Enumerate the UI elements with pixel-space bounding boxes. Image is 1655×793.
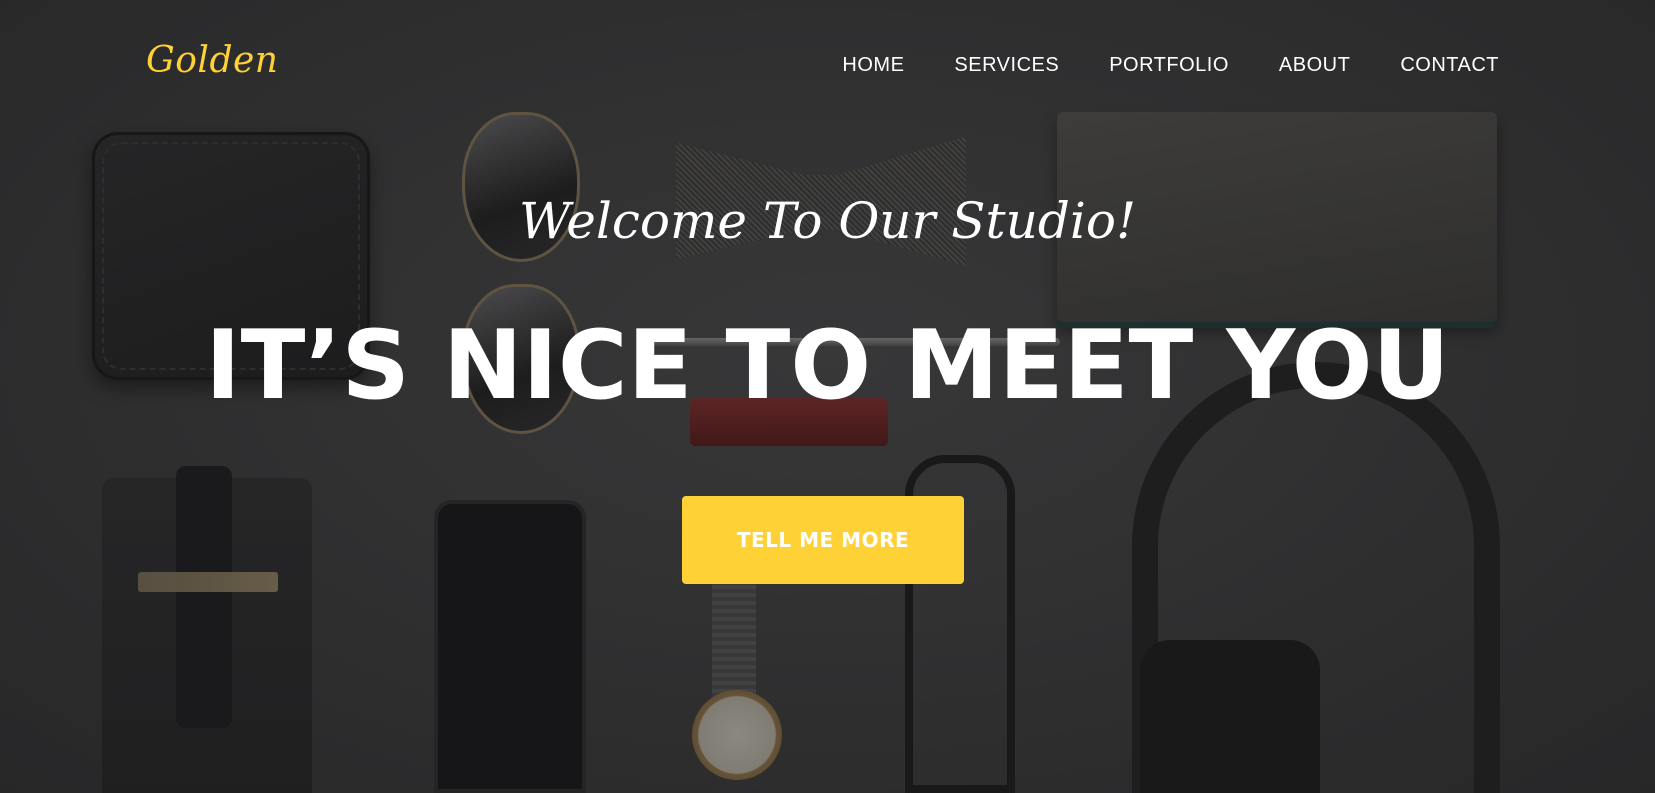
main-nav: HOME SERVICES PORTFOLIO ABOUT CONTACT xyxy=(842,54,1499,77)
hero-lead-in: Welcome To Our Studio! xyxy=(518,192,1137,250)
nav-link-portfolio[interactable]: PORTFOLIO xyxy=(1109,54,1229,76)
hero-heading: IT’S NICE TO MEET YOU xyxy=(205,311,1450,421)
brand-logo[interactable]: Golden xyxy=(146,40,278,81)
nav-link-services[interactable]: SERVICES xyxy=(954,54,1059,76)
hero-section: Golden HOME SERVICES PORTFOLIO ABOUT CON… xyxy=(0,0,1655,793)
nav-link-contact[interactable]: CONTACT xyxy=(1400,54,1499,76)
nav-item-services: SERVICES xyxy=(954,54,1059,77)
tell-me-more-button[interactable]: TELL ME MORE xyxy=(682,496,964,584)
nav-link-about[interactable]: ABOUT xyxy=(1279,54,1350,76)
nav-item-home: HOME xyxy=(842,54,904,77)
nav-item-about: ABOUT xyxy=(1279,54,1350,77)
nav-item-portfolio: PORTFOLIO xyxy=(1109,54,1229,77)
nav-link-home[interactable]: HOME xyxy=(842,54,904,76)
nav-item-contact: CONTACT xyxy=(1400,54,1499,77)
